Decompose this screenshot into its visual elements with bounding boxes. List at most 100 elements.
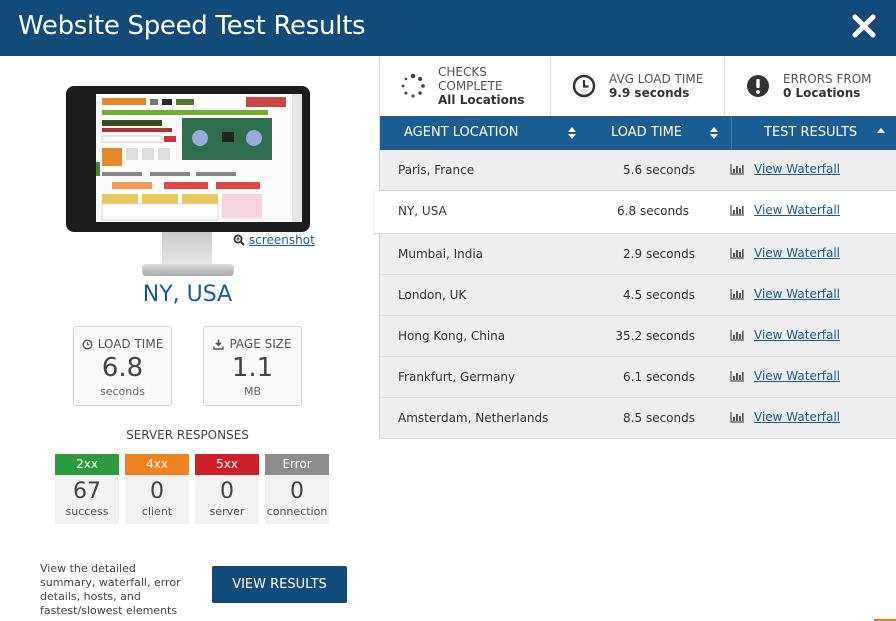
bar-chart-icon bbox=[730, 247, 744, 259]
table-row[interactable]: Frankfurt, Germany 6.1 seconds View Wate… bbox=[380, 357, 896, 398]
view-waterfall-link[interactable]: View Waterfall bbox=[730, 410, 840, 424]
avg-load-time-label: AVG LOAD TIME bbox=[609, 72, 704, 86]
sort-icon bbox=[568, 127, 576, 139]
avg-load-time-value: 9.9 seconds bbox=[609, 86, 690, 100]
screenshot-link[interactable]: screenshot bbox=[233, 233, 315, 247]
table-row[interactable]: Mumbai, India 2.9 seconds View Waterfall bbox=[380, 234, 896, 275]
bar-chart-icon bbox=[730, 329, 744, 341]
table-row[interactable]: London, UK 4.5 seconds View Waterfall bbox=[380, 275, 896, 316]
view-waterfall-link[interactable]: View Waterfall bbox=[730, 328, 840, 342]
screenshot-preview[interactable] bbox=[66, 86, 310, 301]
view-results-button[interactable]: VIEW RESULTS bbox=[212, 566, 347, 603]
load-time-card: LOAD TIME 6.8 seconds bbox=[73, 326, 172, 406]
row-location: Hong Kong, China bbox=[398, 329, 506, 343]
table-row[interactable]: Hong Kong, China 35.2 seconds View Water… bbox=[380, 316, 896, 357]
checks-complete: CHECKS COMPLETE All Locations bbox=[380, 56, 551, 116]
clock-icon bbox=[82, 338, 93, 350]
monitor-frame bbox=[66, 86, 310, 232]
response-label: connection bbox=[266, 505, 328, 518]
locations-panel: CHECKS COMPLETE All Locations AVG LOAD T… bbox=[374, 56, 896, 439]
response-count: 0 bbox=[290, 479, 304, 504]
row-location: Paris, France bbox=[398, 163, 475, 177]
response-error: Error 0 connection bbox=[265, 454, 329, 524]
checks-complete-value: All Locations bbox=[438, 93, 525, 107]
spinner-icon bbox=[401, 73, 425, 98]
response-label: client bbox=[141, 505, 173, 518]
response-count: 67 bbox=[73, 479, 101, 504]
avg-load-time: AVG LOAD TIME 9.9 seconds bbox=[551, 56, 725, 116]
row-load-time: 2.9 seconds bbox=[623, 247, 695, 261]
response-2xx: 2xx 67 success bbox=[55, 454, 119, 524]
row-location: NY, USA bbox=[398, 204, 447, 218]
bar-chart-icon bbox=[730, 204, 744, 216]
location-detail-panel: screenshot NY, USA LOAD TIME 6.8 seconds… bbox=[0, 56, 375, 621]
response-4xx: 4xx 0 client bbox=[125, 454, 189, 524]
errors-from-value: 0 Locations bbox=[783, 86, 861, 100]
checks-complete-label: CHECKS COMPLETE bbox=[438, 65, 503, 93]
bar-chart-icon bbox=[730, 411, 744, 423]
server-responses-title: SERVER RESPONSES bbox=[126, 428, 249, 442]
errors-from-label: ERRORS FROM bbox=[783, 72, 872, 86]
modal-header: Website Speed Test Results bbox=[0, 0, 896, 56]
page-size-unit: MB bbox=[243, 385, 262, 398]
response-5xx: 5xx 0 server bbox=[195, 454, 259, 524]
monitor-stand bbox=[162, 232, 212, 266]
response-label: success bbox=[65, 505, 109, 518]
view-waterfall-link[interactable]: View Waterfall bbox=[730, 162, 840, 176]
table-row[interactable]: Amsterdam, Netherlands 8.5 seconds View … bbox=[380, 398, 896, 439]
row-load-time: 5.6 seconds bbox=[623, 163, 695, 177]
row-location: Frankfurt, Germany bbox=[398, 370, 516, 384]
row-load-time: 8.5 seconds bbox=[623, 411, 695, 425]
view-waterfall-link[interactable]: View Waterfall bbox=[730, 203, 840, 217]
modal-title: Website Speed Test Results bbox=[18, 11, 366, 41]
column-header-agent-location[interactable]: AGENT LOCATION bbox=[380, 116, 590, 150]
view-results-description: View the detailed summary, waterfall, er… bbox=[40, 562, 181, 617]
bar-chart-icon bbox=[730, 370, 744, 382]
column-header-load-time[interactable]: LOAD TIME bbox=[590, 116, 731, 150]
errors-from: ERRORS FROM 0 Locations bbox=[725, 56, 896, 116]
response-code: 4xx bbox=[125, 454, 189, 475]
bar-chart-icon bbox=[730, 163, 744, 175]
sort-icon bbox=[710, 127, 718, 139]
website-thumbnail-image bbox=[96, 94, 302, 222]
website-thumbnail bbox=[96, 94, 302, 222]
page-size-card: PAGE SIZE 1.1 MB bbox=[203, 326, 302, 406]
row-location: Mumbai, India bbox=[398, 247, 484, 261]
response-code: Error bbox=[265, 454, 329, 475]
row-load-time: 6.1 seconds bbox=[623, 370, 695, 384]
row-load-time: 4.5 seconds bbox=[623, 288, 695, 302]
response-code: 2xx bbox=[55, 454, 119, 475]
bar-chart-icon bbox=[730, 288, 744, 300]
column-header-test-results[interactable]: TEST RESULTS bbox=[731, 116, 896, 150]
close-icon bbox=[852, 14, 876, 38]
screenshot-link-label: screenshot bbox=[249, 233, 315, 247]
page-size-label: PAGE SIZE bbox=[229, 337, 292, 351]
row-load-time: 6.8 seconds bbox=[617, 204, 689, 218]
selected-location: NY, USA bbox=[142, 282, 233, 307]
locations-table-body: Paris, France 5.6 seconds View Waterfall… bbox=[374, 150, 896, 439]
monitor-base bbox=[142, 264, 234, 276]
row-location: London, UK bbox=[398, 288, 467, 302]
row-load-time: 35.2 seconds bbox=[615, 329, 695, 343]
table-row-selected[interactable]: NY, USA 6.8 seconds View Waterfall bbox=[374, 191, 896, 234]
exclamation-icon bbox=[747, 75, 769, 97]
response-count: 0 bbox=[150, 479, 164, 504]
page-size-value: 1.1 bbox=[231, 353, 274, 383]
load-time-unit: seconds bbox=[100, 385, 145, 398]
sort-ascending-icon bbox=[877, 128, 885, 133]
zoom-icon bbox=[233, 234, 245, 246]
response-code: 5xx bbox=[195, 454, 259, 475]
view-waterfall-link[interactable]: View Waterfall bbox=[730, 287, 840, 301]
table-header: AGENT LOCATION LOAD TIME TEST RESULTS bbox=[380, 116, 896, 150]
load-time-value: 6.8 bbox=[101, 353, 144, 383]
close-button[interactable] bbox=[848, 10, 880, 42]
view-waterfall-link[interactable]: View Waterfall bbox=[730, 246, 840, 260]
table-row[interactable]: Paris, France 5.6 seconds View Waterfall bbox=[380, 150, 896, 191]
download-icon bbox=[213, 339, 225, 350]
row-location: Amsterdam, Netherlands bbox=[398, 411, 549, 425]
summary-bar: CHECKS COMPLETE All Locations AVG LOAD T… bbox=[380, 56, 896, 116]
view-waterfall-link[interactable]: View Waterfall bbox=[730, 369, 840, 383]
load-time-label: LOAD TIME bbox=[97, 337, 164, 351]
response-label: server bbox=[209, 505, 245, 518]
response-count: 0 bbox=[220, 479, 234, 504]
